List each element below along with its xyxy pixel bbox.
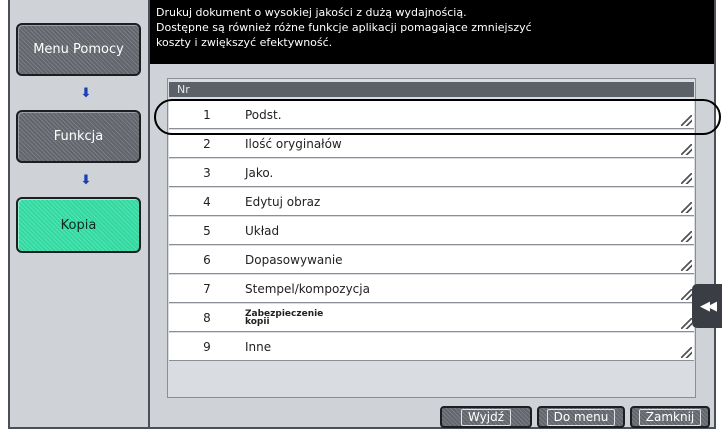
- close-button[interactable]: Zamknij: [630, 406, 710, 428]
- list-item-3[interactable]: 3 Jako.: [169, 159, 694, 187]
- item-label: Układ: [245, 223, 280, 238]
- list-item-9[interactable]: 9 Inne: [169, 333, 694, 361]
- list-item-6[interactable]: 6 Dopasowywanie: [169, 246, 694, 274]
- resize-corner-icon: [681, 260, 692, 271]
- nav-copy-label: Kopia: [60, 217, 97, 233]
- item-number: 4: [203, 194, 211, 209]
- item-number: 9: [203, 339, 211, 354]
- list-item-8[interactable]: 8 Zabezpieczenie kopii: [169, 304, 694, 332]
- content-panel: Drukuj dokument o wysokiej jakości z duż…: [150, 0, 716, 429]
- description-box: Drukuj dokument o wysokiej jakości z duż…: [150, 0, 714, 64]
- resize-corner-icon: [681, 144, 692, 155]
- exit-button-label: Wyjdź: [460, 408, 511, 426]
- nav-help-menu-label: Menu Pomocy: [33, 42, 124, 57]
- description-line: Dostępne są również różne funkcje aplika…: [156, 21, 532, 34]
- item-label: Inne: [245, 339, 272, 354]
- item-label: Ilość oryginałów: [245, 136, 342, 151]
- to-menu-button[interactable]: Do menu: [537, 406, 625, 428]
- item-label: Stempel/kompozycja: [245, 281, 370, 296]
- item-number: 6: [203, 252, 211, 267]
- item-number: 3: [203, 165, 211, 180]
- nav-copy-button[interactable]: Kopia: [16, 197, 141, 253]
- selection-highlight: [154, 99, 721, 135]
- item-number: 7: [203, 281, 211, 296]
- list-item-7[interactable]: 7 Stempel/kompozycja: [169, 275, 694, 303]
- item-number: 8: [203, 310, 211, 325]
- nav-function-button[interactable]: Funkcja: [16, 110, 141, 163]
- to-menu-button-label: Do menu: [546, 408, 616, 426]
- list-header-nr: Nr: [169, 82, 694, 97]
- arrow-down-icon: ⬇: [80, 173, 92, 188]
- nav-function-label: Funkcja: [53, 129, 104, 144]
- resize-corner-icon: [681, 231, 692, 242]
- resize-corner-icon: [681, 202, 692, 213]
- item-label: Edytuj obraz: [245, 194, 321, 209]
- item-number: 5: [203, 223, 211, 238]
- resize-corner-icon: [681, 289, 692, 300]
- nav-help-menu-button[interactable]: Menu Pomocy: [16, 23, 141, 76]
- item-label: Zabezpieczenie kopii: [245, 309, 694, 327]
- resize-corner-icon: [681, 173, 692, 184]
- list-item-4[interactable]: 4 Edytuj obraz: [169, 188, 694, 216]
- double-chevron-left-icon[interactable]: ◀◀: [692, 284, 722, 328]
- item-label: Dopasowywanie: [245, 252, 343, 267]
- help-breadcrumb-panel: Menu Pomocy ⬇ Funkcja ⬇ Kopia: [8, 0, 150, 429]
- item-label-line: kopii: [245, 316, 270, 327]
- item-number: 2: [203, 136, 211, 151]
- description-line: Drukuj dokument o wysokiej jakości z duż…: [156, 6, 467, 19]
- resize-corner-icon: [681, 318, 692, 329]
- description-line: koszty i zwiększyć efektywność.: [156, 36, 333, 49]
- exit-button[interactable]: Wyjdź: [440, 406, 532, 428]
- resize-corner-icon: [681, 347, 692, 358]
- item-label: Jako.: [245, 165, 274, 180]
- close-button-label: Zamknij: [638, 408, 702, 426]
- arrow-down-icon: ⬇: [80, 86, 92, 101]
- list-item-5[interactable]: 5 Układ: [169, 217, 694, 245]
